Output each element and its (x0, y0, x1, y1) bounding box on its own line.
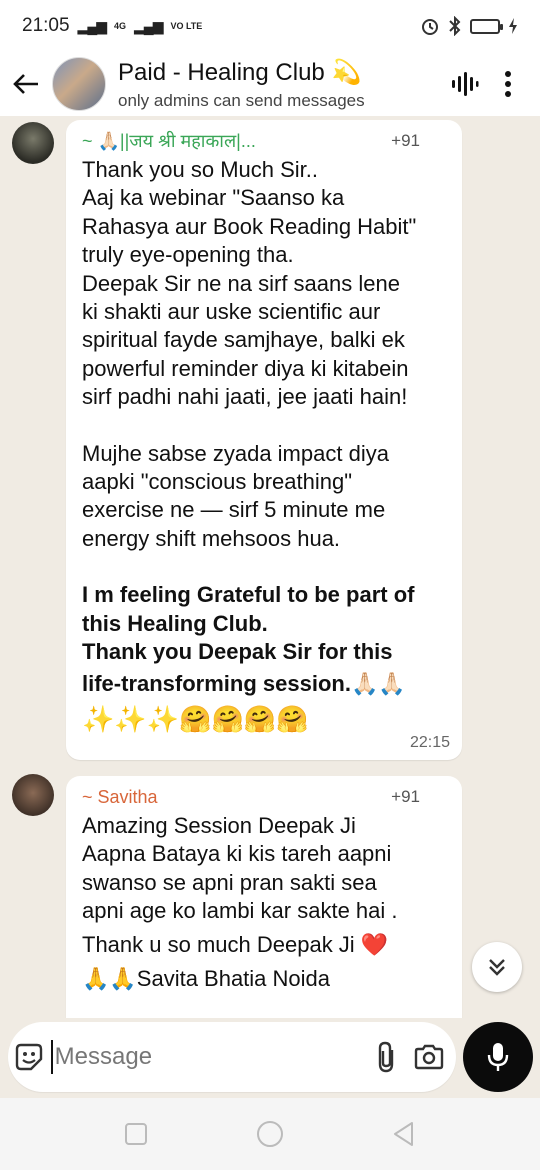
mic-button[interactable] (463, 1022, 533, 1092)
group-info[interactable]: Paid - Healing Club 💫 only admins can se… (118, 58, 442, 111)
home-circle-icon[interactable] (256, 1120, 284, 1148)
message-text-bold: I m feeling Grateful to be part of this … (82, 582, 415, 665)
double-chevron-down-icon (489, 959, 505, 976)
battery-icon (470, 18, 503, 34)
charging-icon (509, 18, 517, 34)
sender-name[interactable]: ~ 🙏🏻||जय श्री महाकाल|... (82, 129, 256, 153)
group-subtitle: only admins can send messages (118, 90, 365, 110)
mic-icon (487, 1043, 509, 1071)
status-right (420, 16, 518, 36)
camera-button[interactable] (407, 1043, 450, 1071)
sticker-icon (16, 1043, 43, 1071)
sender-phone: +91 (391, 787, 420, 806)
voice-chat-button[interactable] (442, 69, 486, 99)
chat-area[interactable]: ~ 🙏🏻||जय श्री महाकाल|... +91 Thank you s… (0, 116, 540, 1018)
more-vert-icon (505, 71, 511, 97)
sticker-button[interactable] (8, 1041, 51, 1073)
message-text: Mujhe sabse zyada impact diya aapki "con… (82, 440, 389, 551)
back-triangle-icon[interactable] (392, 1121, 416, 1147)
chat-header: Paid - Healing Club 💫 only admins can se… (0, 52, 540, 116)
message-text: Amazing Session Deepak Ji Aapna Bataya k… (82, 813, 398, 924)
sender-row: ~ Savitha +91 (82, 782, 448, 812)
sender-avatar[interactable] (12, 774, 54, 816)
signal-icon: ▂▄▆ (77, 17, 107, 34)
group-title: Paid - Healing Club 💫 (118, 58, 362, 86)
signal-icon-2: ▂▄▆ (134, 17, 163, 34)
recents-square-icon[interactable] (124, 1122, 148, 1146)
status-left: 21:05 ▂▄▆ 4G ▂▄▆ VO LTE (22, 15, 202, 37)
message-composer (8, 1022, 456, 1092)
sender-name[interactable]: ~ Savitha (82, 787, 158, 808)
message-input[interactable] (50, 1040, 365, 1074)
message-bubble[interactable]: ~ Savitha +91 Amazing Session Deepak Ji … (66, 776, 462, 1018)
message-time: 22:15 (409, 734, 450, 751)
message-text-bold: life-transforming session.🙏🏻🙏🏻 (82, 670, 406, 696)
camera-icon (414, 1044, 443, 1070)
status-bar: 21:05 ▂▄▆ 4G ▂▄▆ VO LTE (0, 0, 540, 52)
attach-button[interactable] (365, 1040, 408, 1074)
input-bar (0, 1018, 540, 1098)
message-text: 🙏🙏Savita Bhatia Noida (82, 965, 331, 991)
clock: 21:05 (22, 15, 70, 36)
sender-row: ~ 🙏🏻||जय श्री महाकाल|... +91 (82, 126, 448, 156)
message-text: Thank u so much Deepak Ji ❤️ (82, 931, 389, 957)
attach-icon (378, 1041, 394, 1073)
system-nav-bar (0, 1098, 540, 1170)
emoji-line: ✨✨✨🤗🤗🤗🤗 (82, 703, 309, 734)
network-type-label: 4G (114, 20, 127, 31)
more-options-button[interactable] (486, 70, 530, 98)
message-text: Thank you so Much Sir.. Aaj ka webinar "… (82, 157, 417, 410)
volte-label: VO LTE (170, 20, 203, 31)
bluetooth-icon (449, 16, 461, 36)
sender-avatar[interactable] (12, 122, 54, 164)
voice-chat-icon (452, 72, 479, 96)
back-button[interactable] (0, 72, 46, 96)
sender-phone: +91 (391, 131, 420, 150)
scroll-to-bottom-button[interactable] (472, 942, 522, 992)
group-avatar[interactable] (52, 57, 106, 111)
back-arrow-icon (13, 74, 38, 94)
message-bubble[interactable]: ~ 🙏🏻||जय श्री महाकाल|... +91 Thank you s… (66, 120, 462, 760)
alarm-icon (422, 19, 438, 35)
